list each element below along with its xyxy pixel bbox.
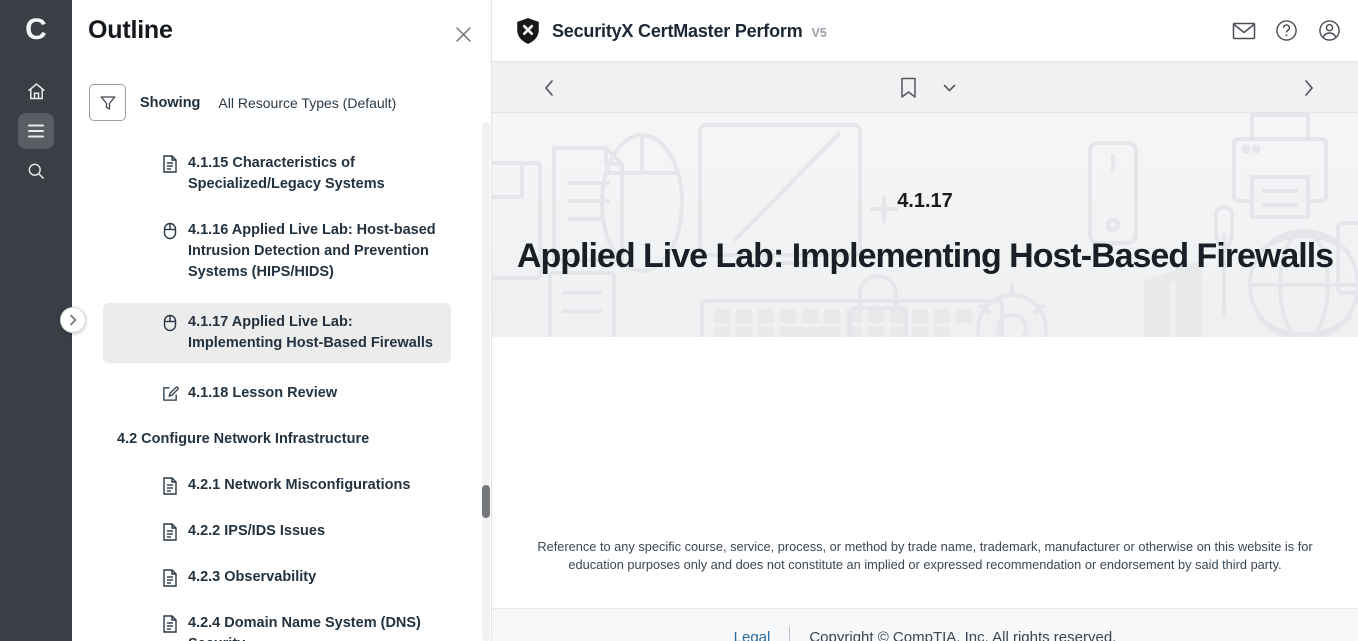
outline-close-button[interactable] [449,20,477,48]
document-icon [162,477,179,495]
mail-icon[interactable] [1231,18,1256,43]
outline-item-label: 4.1.16 Applied Live Lab: Host-based Intr… [188,220,440,283]
edit-icon [162,385,179,402]
copyright-text: Copyright © CompTIA, Inc. All rights res… [809,629,1116,641]
outline-scrollbar-thumb[interactable] [482,485,490,518]
chevron-left-icon [543,79,555,97]
hero-content: 4.1.17 Applied Live Lab: Implementing Ho… [492,113,1358,337]
header-actions [1231,18,1342,43]
outline-item[interactable]: 4.2.2 IPS/IDS Issues [103,516,451,547]
bookmark-button[interactable] [891,62,925,113]
chevron-right-icon [1303,79,1315,97]
outline-item[interactable]: 4.2.1 Network Misconfigurations [103,470,451,501]
rail-outline-button[interactable] [18,113,54,149]
search-icon [26,161,46,181]
page-footer: Legal Copyright © CompTIA, Inc. All righ… [492,608,1358,641]
outline-item[interactable]: 4.2.4 Domain Name System (DNS) Security [103,608,451,641]
outline-item-label: 4.2.4 Domain Name System (DNS) Security [188,613,440,641]
legal-link[interactable]: Legal [734,629,771,641]
chevron-right-icon [68,314,78,326]
lesson-hero-banner: 4.1.17 Applied Live Lab: Implementing Ho… [492,113,1358,337]
previous-page-button[interactable] [532,62,566,113]
app-title: SecurityX CertMaster Perform [552,21,803,42]
funnel-icon [99,94,117,112]
next-page-button[interactable] [1292,62,1326,113]
shield-x-icon [515,17,541,45]
panel-collapse-button[interactable] [60,307,86,333]
outline-scrollbar[interactable] [482,122,490,641]
content-toolbar [492,62,1358,113]
account-icon[interactable] [1317,18,1342,43]
filter-showing-label: Showing [140,95,200,111]
comptia-logo: C [0,10,72,50]
document-icon [162,615,179,633]
mouse-icon [162,314,179,332]
outline-item-label: 4.1.17 Applied Live Lab: Implementing Ho… [188,312,440,354]
outline-item-label: 4.1.18 Lesson Review [188,383,337,404]
outline-item-selected[interactable]: 4.1.17 Applied Live Lab: Implementing Ho… [103,303,451,363]
document-icon [162,569,179,587]
app-window: C Outline [0,0,1358,641]
lesson-number: 4.1.17 [897,190,953,213]
mouse-icon [162,222,179,240]
outline-item[interactable]: 4.1.16 Applied Live Lab: Host-based Intr… [103,215,451,288]
outline-list: 4.1.15 Characteristics of Specialized/Le… [72,148,484,641]
outline-item[interactable]: 4.1.18 Lesson Review [103,378,451,409]
home-icon [26,81,47,102]
disclaimer-text: Reference to any specific course, servic… [535,538,1315,574]
brand: SecurityX CertMaster Perform V5 [515,17,827,45]
outline-item-label: 4.2.2 IPS/IDS Issues [188,521,325,542]
filter-button[interactable] [89,84,126,121]
bookmark-icon [900,77,917,99]
menu-icon [26,123,46,139]
outline-item[interactable]: 4.2.3 Observability [103,562,451,593]
filter-value: All Resource Types (Default) [218,95,396,111]
help-icon[interactable] [1274,18,1299,43]
filter-row: Showing All Resource Types (Default) [89,84,396,121]
footer-divider [789,627,790,641]
app-header: SecurityX CertMaster Perform V5 [492,0,1358,62]
lesson-title: Applied Live Lab: Implementing Host-Base… [517,237,1333,276]
close-icon [455,26,472,43]
outline-section-heading[interactable]: 4.2 Configure Network Infrastructure [103,424,451,455]
outline-panel-title: Outline [88,16,173,45]
document-icon [162,155,179,173]
outline-item-label: 4.2.3 Observability [188,567,316,588]
rail-home-button[interactable] [18,73,54,109]
outline-item-label: 4.2.1 Network Misconfigurations [188,475,410,496]
document-icon [162,523,179,541]
outline-item-label: 4.1.15 Characteristics of Specialized/Le… [188,153,440,195]
main-content: SecurityX CertMaster Perform V5 [492,0,1358,641]
outline-panel: Outline Showing All Resource Types (Defa… [72,0,492,641]
outline-item[interactable]: 4.1.15 Characteristics of Specialized/Le… [103,148,451,200]
outline-section-label: 4.2 Configure Network Infrastructure [117,429,369,450]
app-version-badge: V5 [812,26,827,40]
chevron-down-icon [943,84,956,92]
bookmark-menu-button[interactable] [932,62,966,113]
rail-search-button[interactable] [18,153,54,189]
